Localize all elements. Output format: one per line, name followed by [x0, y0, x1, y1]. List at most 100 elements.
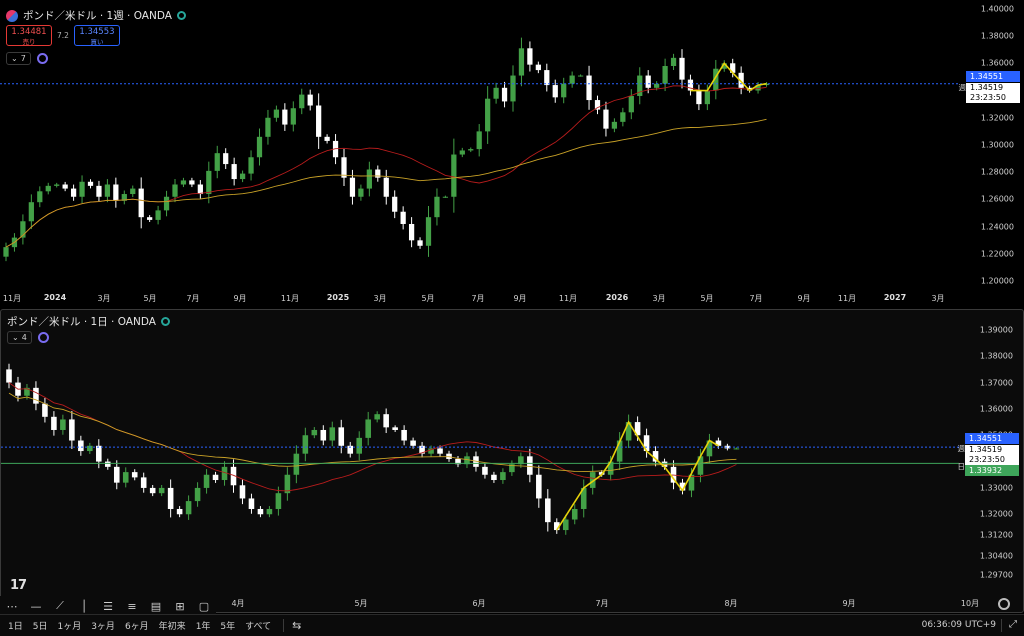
weekly-candle[interactable]: [87, 181, 94, 186]
weekly-candle[interactable]: [79, 181, 85, 197]
daily-candle[interactable]: [149, 487, 156, 494]
vline-icon[interactable]: │: [72, 597, 96, 615]
weekly-candle[interactable]: [316, 105, 322, 137]
weekly-candle[interactable]: [696, 90, 702, 105]
weekly-candle[interactable]: [299, 94, 305, 109]
weekly-time-axis[interactable]: 11月 2024 3月 5月 7月 9月 11月 2025 3月 5月 7月 9月 11月 2026 3月 5…: [0, 293, 1024, 307]
daily-candle[interactable]: [491, 474, 497, 481]
rect-icon[interactable]: ▢: [192, 597, 216, 615]
weekly-candle[interactable]: [425, 217, 432, 246]
weekly-candle[interactable]: [214, 153, 220, 171]
weekly-candle[interactable]: [155, 210, 161, 220]
weekly-candle[interactable]: [180, 180, 187, 185]
weekly-candle[interactable]: [62, 184, 68, 189]
goto-date-icon[interactable]: ⇆: [292, 619, 301, 632]
fib-icon[interactable]: ☰: [96, 597, 120, 615]
weekly-candle[interactable]: [645, 75, 651, 88]
weekly-candle[interactable]: [96, 185, 102, 197]
weekly-candle[interactable]: [670, 57, 677, 67]
daily-candle[interactable]: [96, 445, 102, 462]
cursor-icon[interactable]: ⋯: [0, 597, 24, 615]
weekly-candle[interactable]: [654, 83, 660, 88]
daily-candle[interactable]: [158, 487, 165, 494]
weekly-candle[interactable]: [603, 109, 609, 129]
daily-candle[interactable]: [410, 440, 416, 446]
daily-candle[interactable]: [167, 487, 174, 509]
weekly-candle[interactable]: [569, 75, 575, 84]
weekly-candle[interactable]: [527, 48, 533, 65]
daily-candle[interactable]: [356, 437, 363, 454]
weekly-candle[interactable]: [256, 136, 263, 158]
daily-candle[interactable]: [176, 508, 183, 515]
weekly-candle[interactable]: [679, 57, 685, 80]
chart-settings-icon[interactable]: [998, 598, 1010, 610]
weekly-candle[interactable]: [552, 85, 558, 98]
weekly-candle[interactable]: [239, 173, 246, 180]
daily-candle[interactable]: [329, 427, 336, 441]
weekly-candle[interactable]: [594, 100, 601, 110]
weekly-candle[interactable]: [586, 75, 592, 101]
weekly-candle[interactable]: [147, 217, 153, 220]
fib-fan-icon[interactable]: ≡: [120, 597, 144, 615]
range-ytd[interactable]: 年初来: [159, 619, 186, 632]
weekly-candle[interactable]: [485, 98, 491, 132]
weekly-candle[interactable]: [28, 202, 34, 222]
weekly-candle[interactable]: [459, 150, 465, 155]
daily-candle[interactable]: [194, 487, 201, 502]
daily-candle[interactable]: [266, 508, 273, 515]
weekly-candle[interactable]: [451, 154, 457, 197]
weekly-candle[interactable]: [324, 136, 330, 141]
indicator-settings-icon[interactable]: [37, 332, 49, 343]
weekly-candle[interactable]: [383, 177, 389, 197]
range-1m[interactable]: 1ヶ月: [57, 619, 81, 632]
weekly-candle[interactable]: [189, 180, 195, 185]
daily-candle[interactable]: [87, 445, 93, 452]
grid-icon[interactable]: ⊞: [168, 597, 192, 615]
weekly-candle[interactable]: [476, 131, 482, 150]
weekly-price-axis[interactable]: 1.400001.380001.360001.340001.320001.300…: [960, 0, 1024, 290]
weekly-candle[interactable]: [518, 48, 525, 76]
weekly-chart-pane[interactable]: ポンド／米ドル · 1週 · OANDA 1.34481 売り 7.2 1.34…: [0, 0, 1024, 308]
daily-candle[interactable]: [293, 453, 300, 475]
range-1y[interactable]: 1年: [196, 619, 211, 632]
weekly-candle[interactable]: [662, 66, 668, 84]
daily-chart-pane[interactable]: ポンド／米ドル · 1日 · OANDA ⌄ 4 1.39000 1.38000 1…: [0, 309, 1024, 613]
daily-candle[interactable]: [203, 474, 210, 488]
weekly-candle[interactable]: [307, 94, 313, 106]
weekly-candle[interactable]: [231, 164, 237, 180]
daily-candle[interactable]: [42, 403, 48, 417]
weekly-candle[interactable]: [163, 196, 170, 211]
weekly-candle[interactable]: [37, 191, 43, 203]
weekly-candle[interactable]: [282, 109, 288, 125]
weekly-candle[interactable]: [561, 83, 567, 98]
weekly-candle[interactable]: [104, 184, 111, 197]
weekly-candle[interactable]: [358, 188, 364, 197]
indicator-toggle[interactable]: ⌄ 7: [6, 52, 31, 65]
weekly-candle[interactable]: [510, 75, 516, 102]
weekly-candle[interactable]: [366, 169, 372, 189]
weekly-candle[interactable]: [130, 188, 136, 195]
daily-candle[interactable]: [6, 369, 12, 383]
trendline-icon[interactable]: ⟋: [48, 597, 72, 615]
weekly-candle[interactable]: [400, 211, 406, 224]
daily-candle[interactable]: [248, 498, 255, 509]
indicator-settings-icon[interactable]: [36, 53, 48, 64]
daily-candle[interactable]: [122, 472, 129, 483]
daily-candle[interactable]: [733, 448, 740, 450]
weekly-candle[interactable]: [501, 87, 508, 102]
weekly-candle[interactable]: [434, 196, 440, 218]
weekly-candle[interactable]: [265, 117, 271, 137]
buy-button[interactable]: 1.34553 買い: [73, 25, 120, 46]
daily-candle[interactable]: [140, 477, 147, 488]
weekly-candle[interactable]: [620, 112, 626, 122]
weekly-candle[interactable]: [535, 64, 541, 71]
weekly-candle[interactable]: [577, 75, 584, 77]
daily-candle[interactable]: [78, 440, 84, 452]
weekly-candle[interactable]: [468, 149, 474, 151]
weekly-chart-canvas[interactable]: [0, 0, 1024, 308]
weekly-candle[interactable]: [273, 109, 280, 118]
weekly-candle[interactable]: [206, 170, 212, 195]
daily-candle[interactable]: [383, 414, 389, 428]
daily-candle[interactable]: [60, 419, 66, 430]
weekly-candle[interactable]: [223, 153, 229, 165]
